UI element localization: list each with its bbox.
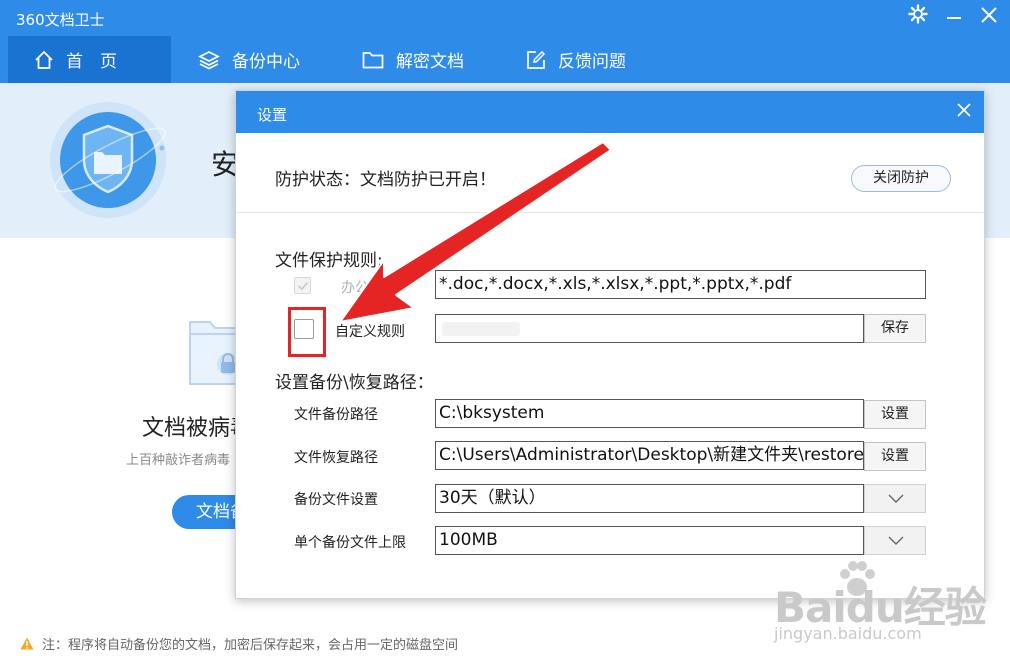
dialog-title-bar: 设置: [236, 91, 984, 133]
office-rule-checkbox[interactable]: [294, 277, 311, 294]
settings-dialog: 设置 防护状态：文档防护已开启！ 关闭防护 文件保护规则: 办公 *.doc,*…: [235, 90, 985, 599]
backup-path-label: 文件备份路径: [294, 407, 378, 423]
tab-backup-center[interactable]: 备份中心: [198, 36, 338, 83]
tab-feedback[interactable]: 反馈问题: [526, 36, 666, 83]
set-restore-path-button[interactable]: 设置: [864, 442, 926, 471]
redacted-value: [442, 322, 520, 336]
app-title: 360文档卫士: [16, 11, 105, 29]
restore-path-label: 文件恢复路径: [294, 450, 378, 466]
annotation-highlight-box: [288, 307, 326, 357]
protection-status-text: 防护状态：文档防护已开启！: [275, 170, 496, 190]
backup-path-field[interactable]: C:\bksystem: [435, 399, 864, 428]
save-button[interactable]: 保存: [864, 314, 926, 343]
set-backup-path-button[interactable]: 设置: [864, 400, 926, 429]
minimize-icon[interactable]: [940, 4, 968, 30]
tab-decrypt-label: 解密文档: [396, 52, 464, 72]
tab-home[interactable]: 首 页: [8, 36, 171, 83]
size-limit-dropdown-button[interactable]: [864, 526, 926, 555]
backup-restore-path-label: 设置备份\恢复路径：: [275, 373, 434, 393]
layers-icon: [198, 50, 220, 69]
single-backup-file-limit-select[interactable]: 100MB: [435, 526, 864, 555]
chevron-down-icon: [888, 494, 904, 503]
file-protection-rules-label: 文件保护规则:: [275, 251, 383, 271]
dialog-title: 设置: [257, 106, 288, 124]
backup-file-setting-select[interactable]: 30天（默认）: [435, 484, 864, 513]
office-rule-extensions-field[interactable]: *.doc,*.docx,*.xls,*.xlsx,*.ppt,*.pptx,*…: [435, 270, 926, 299]
watermark-url-text: jingyan.baidu.com: [774, 624, 922, 643]
home-icon: [35, 50, 53, 69]
backup-setting-dropdown-button[interactable]: [864, 484, 926, 513]
office-rule-label: 办公: [341, 280, 369, 296]
folder-icon: [362, 51, 384, 68]
dialog-close-icon[interactable]: [952, 99, 976, 123]
chevron-down-icon: [888, 536, 904, 545]
backup-file-setting-label: 备份文件设置: [294, 492, 378, 508]
edit-icon: [527, 50, 546, 69]
tab-home-label: 首 页: [66, 52, 117, 72]
tab-feedback-label: 反馈问题: [558, 52, 626, 72]
footer-note-text: 注：程序将自动备份您的文档，加密后保存起来，会占用一定的磁盘空间: [42, 638, 459, 653]
title-bar: 360文档卫士 首 页 备份中心 解密文档 反馈问题: [0, 0, 1010, 83]
custom-rule-label: 自定义规则: [335, 324, 405, 340]
divider: [236, 212, 984, 213]
single-backup-file-limit-label: 单个备份文件上限: [294, 535, 406, 551]
virus-warning-subtext: 上百种敲诈者病毒: [126, 453, 231, 468]
warning-icon: [20, 637, 34, 650]
footer-note: 注：程序将自动备份您的文档，加密后保存起来，会占用一定的磁盘空间: [20, 634, 458, 653]
tab-decrypt-docs[interactable]: 解密文档: [362, 36, 502, 83]
tab-backup-label: 备份中心: [232, 52, 300, 72]
close-protection-button[interactable]: 关闭防护: [851, 165, 951, 192]
shield-logo-icon: [50, 102, 166, 218]
close-icon[interactable]: [975, 4, 1003, 30]
restore-path-field[interactable]: C:\Users\Administrator\Desktop\新建文件夹\res…: [435, 441, 864, 470]
custom-rule-input[interactable]: [435, 314, 864, 343]
settings-gear-icon[interactable]: [904, 4, 932, 30]
checkmark-icon: [297, 281, 309, 291]
baidu-jingyan-watermark: Baidu经验 jingyan.baidu.com: [774, 556, 994, 656]
